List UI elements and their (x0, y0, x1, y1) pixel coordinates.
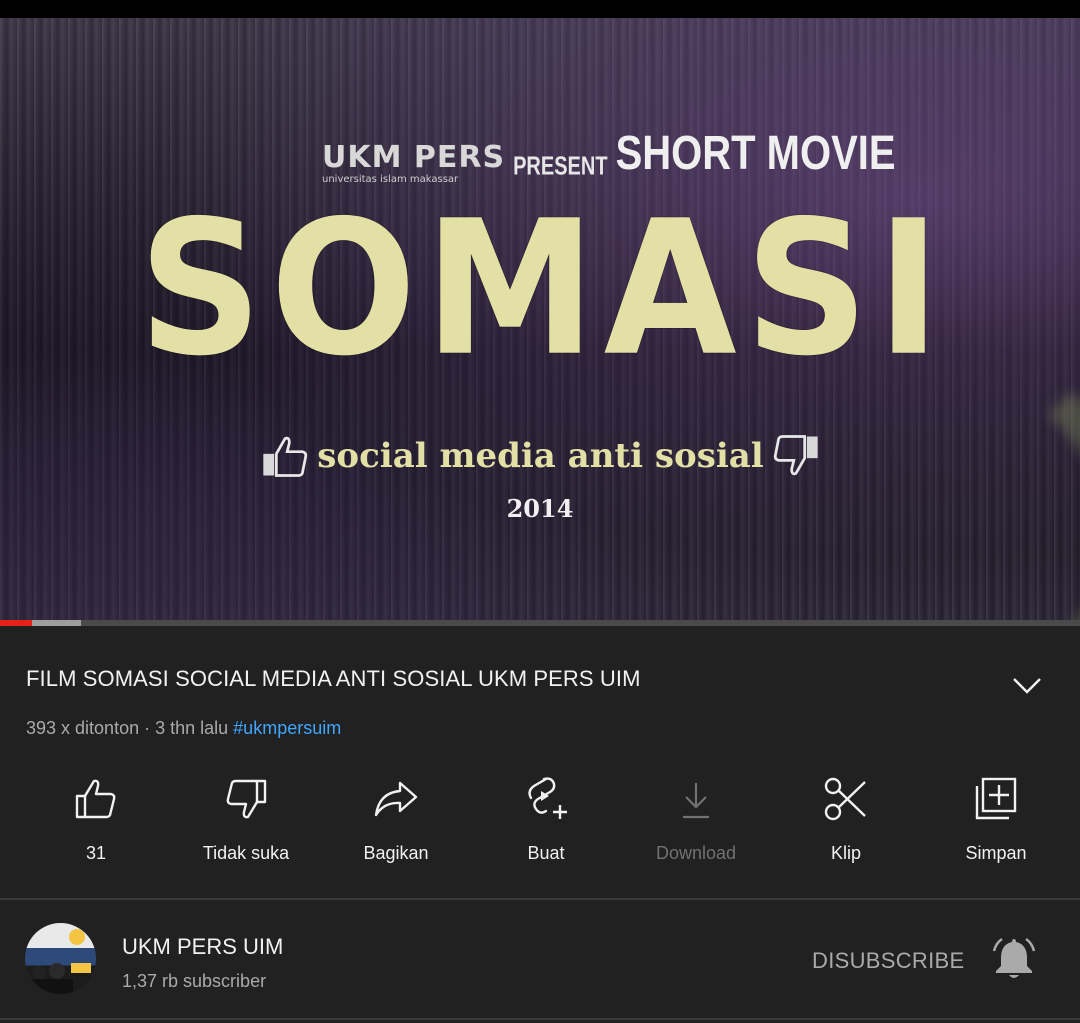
divider (0, 898, 1080, 900)
video-tagline: social media anti sosial (243, 430, 838, 482)
download-label: Download (655, 843, 737, 863)
share-button[interactable]: Bagikan (321, 775, 471, 864)
video-progress-bar[interactable] (0, 620, 1080, 626)
view-count: 393 x ditonton (26, 718, 140, 738)
video-player[interactable]: UKM PERS universitas islam makassar PRES… (0, 18, 1080, 623)
like-count: 31 (85, 843, 107, 863)
create-icon (528, 777, 567, 819)
action-bar: 31 Tidak suka Bagikan Buat Download Klip… (21, 775, 1071, 864)
video-title[interactable]: FILM SOMASI SOCIAL MEDIA ANTI SOSIAL UKM… (26, 666, 641, 692)
avatar-image (32, 929, 91, 994)
progress-played (0, 620, 33, 626)
save-button[interactable]: Simpan (921, 775, 1071, 864)
thumb-up-icon (263, 436, 308, 477)
video-pre-title: UKM PERS universitas islam makassar PRES… (322, 127, 896, 185)
scissors-icon (824, 777, 866, 821)
chevron-down-icon[interactable] (1010, 672, 1044, 698)
clip-button[interactable]: Klip (771, 775, 921, 864)
hashtag-link[interactable]: #ukmpersuim (233, 718, 341, 738)
video-big-title: SOMASI (138, 179, 949, 397)
notification-bell-icon[interactable] (990, 935, 1038, 983)
divider (0, 1018, 1080, 1020)
create-button[interactable]: Buat (471, 775, 621, 864)
brand-logo: UKM PERS universitas islam makassar (322, 140, 506, 185)
status-bar (0, 0, 1080, 18)
channel-avatar[interactable] (25, 923, 96, 994)
present-text: PRESENT (513, 152, 608, 182)
like-button[interactable]: 31 (21, 775, 171, 864)
dislike-label: Tidak suka (202, 843, 290, 863)
subscriber-count: 1,37 rb subscriber (122, 971, 267, 991)
dislike-button[interactable]: Tidak suka (171, 775, 321, 864)
channel-name[interactable]: UKM PERS UIM (122, 934, 283, 960)
share-icon (374, 781, 418, 817)
meta-separator: · (139, 718, 156, 738)
save-label: Simpan (965, 843, 1027, 863)
thumb-down-icon (773, 435, 818, 476)
thumb-down-icon (226, 779, 267, 819)
video-meta: 393 x ditonton · 3 thn lalu #ukmpersuim (26, 718, 341, 739)
share-label: Bagikan (363, 843, 429, 863)
unsubscribe-button[interactable]: DISUBSCRIBE (812, 948, 964, 974)
thumb-up-icon (75, 779, 116, 819)
create-label: Buat (527, 843, 565, 863)
download-button[interactable]: Download (621, 775, 771, 864)
short-movie-text: SHORT MOVIE (615, 127, 896, 180)
video-year: 2014 (506, 494, 574, 523)
clip-label: Klip (830, 843, 861, 863)
download-icon (683, 783, 709, 819)
upload-age: 3 thn lalu (155, 718, 229, 738)
save-playlist-icon (975, 777, 1017, 820)
